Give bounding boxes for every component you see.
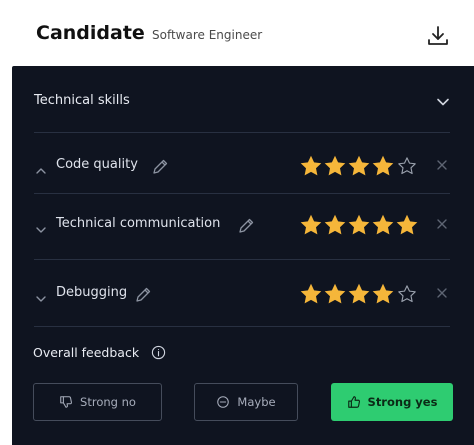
divider — [34, 132, 450, 133]
star-filled-icon[interactable] — [323, 213, 347, 237]
star-filled-icon[interactable] — [347, 154, 371, 178]
divider — [34, 259, 450, 260]
overall-feedback-label: Overall feedback — [33, 345, 140, 360]
close-icon[interactable] — [436, 218, 448, 230]
star-filled-icon[interactable] — [299, 213, 323, 237]
star-filled-icon[interactable] — [299, 282, 323, 306]
strong-no-label: Strong no — [80, 395, 136, 409]
maybe-button[interactable]: Maybe — [194, 383, 298, 421]
page-title: Candidate — [36, 22, 145, 44]
maybe-label: Maybe — [237, 395, 276, 409]
star-filled-icon[interactable] — [371, 282, 395, 306]
page-header: Candidate Software Engineer — [0, 0, 474, 66]
skill-row-debugging: Debugging — [34, 280, 450, 320]
pencil-icon[interactable] — [134, 286, 152, 304]
skill-row-technical-communication: Technical communication — [34, 211, 450, 251]
pencil-icon[interactable] — [151, 158, 169, 176]
star-filled-icon[interactable] — [323, 154, 347, 178]
candidate-role: Software Engineer — [152, 28, 263, 42]
divider — [34, 193, 450, 194]
star-filled-icon[interactable] — [347, 282, 371, 306]
star-empty-icon[interactable] — [395, 282, 419, 306]
skill-label: Technical communication — [56, 216, 221, 231]
close-icon[interactable] — [436, 287, 448, 299]
download-icon[interactable] — [426, 24, 450, 48]
thumbs-up-icon — [347, 396, 360, 408]
skill-label: Code quality — [56, 157, 138, 172]
skill-row-code-quality: Code quality — [34, 152, 450, 192]
star-filled-icon[interactable] — [323, 282, 347, 306]
pencil-icon[interactable] — [237, 217, 255, 235]
strong-yes-label: Strong yes — [367, 395, 438, 409]
skill-label: Debugging — [56, 285, 128, 300]
thumbs-down-icon — [60, 396, 73, 408]
star-empty-icon[interactable] — [395, 154, 419, 178]
chevron-down-icon[interactable] — [436, 97, 450, 107]
star-filled-icon[interactable] — [395, 213, 419, 237]
chevron-up-icon[interactable] — [34, 166, 48, 176]
strong-yes-button[interactable]: Strong yes — [331, 383, 453, 421]
chevron-down-icon[interactable] — [34, 294, 48, 304]
section-title: Technical skills — [34, 93, 130, 108]
evaluation-panel: Technical skills Code quality Technical … — [12, 66, 474, 445]
star-filled-icon[interactable] — [299, 154, 323, 178]
close-icon[interactable] — [436, 159, 448, 171]
star-filled-icon[interactable] — [371, 154, 395, 178]
strong-no-button[interactable]: Strong no — [33, 383, 162, 421]
star-filled-icon[interactable] — [347, 213, 371, 237]
chevron-down-icon[interactable] — [34, 225, 48, 235]
star-filled-icon[interactable] — [371, 213, 395, 237]
divider — [34, 326, 450, 327]
minus-circle-icon — [217, 396, 230, 408]
info-icon[interactable] — [151, 345, 166, 360]
